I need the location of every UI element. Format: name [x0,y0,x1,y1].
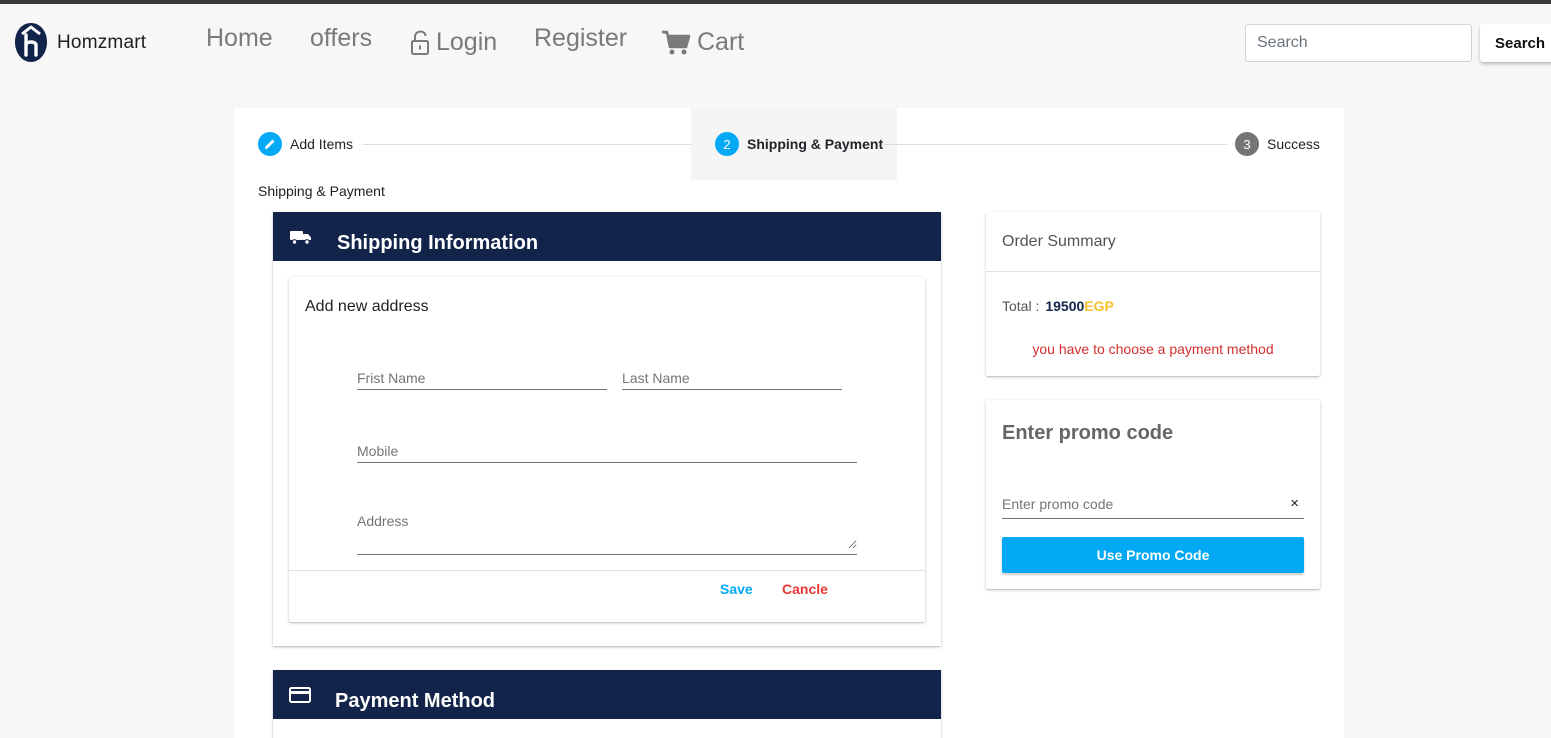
shipping-card: Shipping Information Add new address Sav… [273,212,941,646]
step-3-label: Success [1267,136,1320,152]
cancel-button[interactable]: Cancle [782,581,828,597]
step-success[interactable]: 3 Success [1235,108,1320,180]
truck-icon [290,230,311,245]
nav-login-link[interactable]: Login [410,28,497,57]
order-total: Total : 19500EGP [1002,298,1114,314]
checkout-stepper: Add Items 2 Shipping & Payment 3 Success [234,108,1344,180]
step-connector [883,144,1227,145]
nav-login-label: Login [436,28,498,56]
step-connector [363,144,691,145]
clear-icon[interactable]: × [1290,495,1299,512]
last-name-field [622,367,842,390]
step-1-label: Add Items [290,136,354,152]
payment-title: Payment Method [335,690,496,712]
brand[interactable]: Homzmart [14,22,146,63]
nav-cart-label: Cart [697,28,745,56]
last-name-input[interactable] [622,367,842,389]
nav-home-link[interactable]: Home [206,24,273,53]
total-label: Total : [1002,298,1040,314]
shipping-title: Shipping Information [337,232,539,254]
step-2-circle: 2 [715,132,739,156]
promo-card: Enter promo code × Use Promo Code [986,400,1320,589]
address-form-card: Add new address Save Cancle [289,277,925,622]
lock-open-icon [411,29,429,55]
step-shipping-payment[interactable]: 2 Shipping & Payment [691,108,897,180]
pencil-icon [265,139,275,149]
promo-title: Enter promo code [1002,422,1174,444]
step-2-label: Shipping & Payment [747,136,884,152]
search-input[interactable] [1245,24,1472,62]
navbar: Homzmart Home offers Login Register Cart… [0,4,1551,80]
shipping-header: Shipping Information [273,212,941,261]
step-1-circle [258,132,282,156]
address-form-actions: Save Cancle [289,570,925,622]
credit-card-icon [289,686,311,703]
payment-card: Payment Method [273,670,941,738]
first-name-field [357,367,607,390]
checkout-panel: Add Items 2 Shipping & Payment 3 Success… [234,108,1344,738]
promo-code-input[interactable] [1002,496,1272,512]
total-currency: EGP [1084,298,1114,314]
first-name-input[interactable] [357,367,607,389]
payment-header: Payment Method [273,670,941,719]
mobile-input[interactable] [357,440,857,462]
search-button[interactable]: Search [1480,24,1551,62]
nav-offers-link[interactable]: offers [310,24,372,53]
nav-register-link[interactable]: Register [534,24,627,53]
address-field [357,507,857,555]
address-form-title: Add new address [305,298,429,315]
mobile-field [357,440,857,463]
brand-name: Homzmart [57,31,147,53]
step-add-items[interactable]: Add Items [258,108,353,180]
order-summary-card: Order Summary Total : 19500EGP you have t… [986,212,1320,376]
promo-field: × [1002,495,1304,519]
save-button[interactable]: Save [720,581,753,597]
total-amount: 19500 [1045,298,1085,314]
payment-error-message: you have to choose a payment method [1032,341,1274,357]
use-promo-code-button[interactable]: Use Promo Code [1002,537,1304,573]
nav-cart-link[interactable]: Cart [661,28,744,57]
section-title: Shipping & Payment [258,183,385,199]
cart-icon [662,30,691,54]
homzmart-logo-icon [15,23,47,62]
address-textarea[interactable] [357,507,857,549]
step-3-circle: 3 [1235,132,1259,156]
order-summary-title: Order Summary [986,212,1320,272]
